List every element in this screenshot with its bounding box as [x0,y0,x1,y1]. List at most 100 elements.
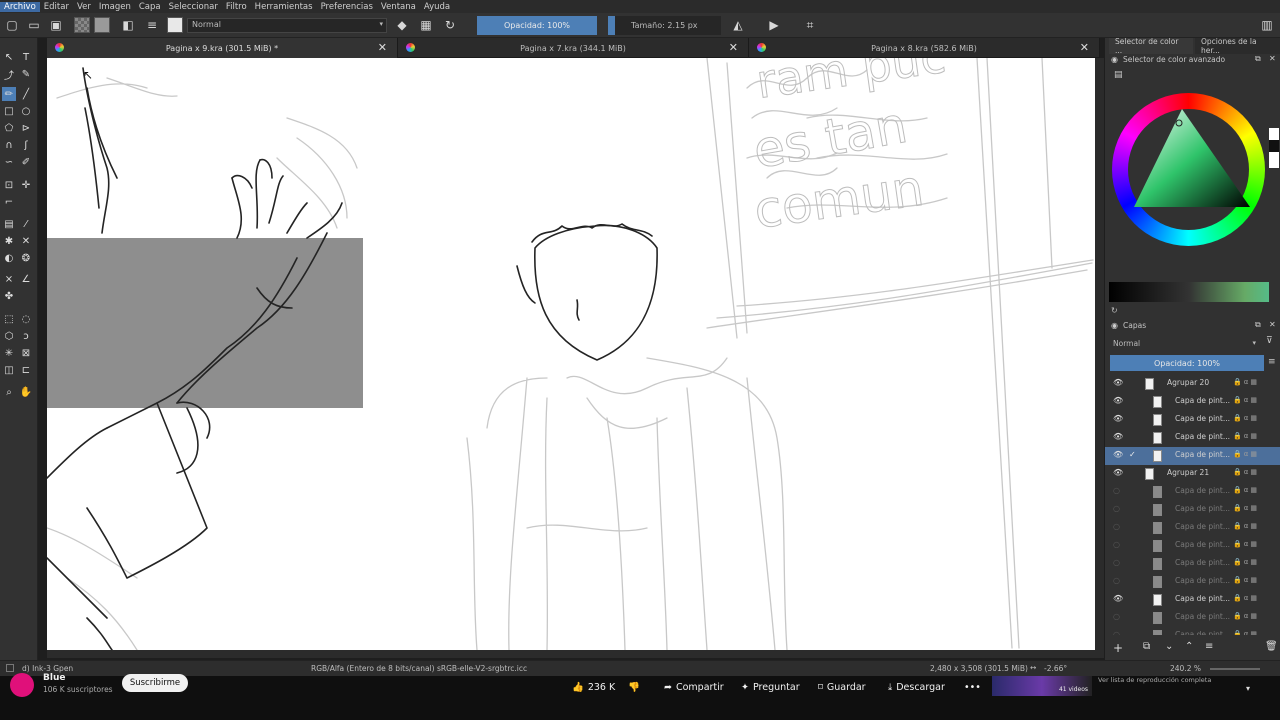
layer-lock-alpha-icons[interactable]: 🔒α▦ [1233,594,1259,602]
zoom-value[interactable]: 240.2 % [1170,664,1201,673]
layer-lock-alpha-icons[interactable]: 🔒α▦ [1233,558,1259,566]
polygon-select-icon[interactable]: ⬡ [2,329,16,343]
rect-select-icon[interactable]: ⬚ [2,312,16,326]
layer-lock-alpha-icons[interactable]: 🔒α▦ [1233,414,1259,422]
chevron-down-icon[interactable]: ▾ [1246,684,1250,693]
share-button[interactable]: ➦ Compartir [664,678,724,696]
layer-row[interactable]: 👁 Capa de pint... 🔒α▦ [1105,411,1280,429]
close-icon[interactable]: ✕ [729,41,738,54]
opacity-slider[interactable]: Opacidad: 100% [477,16,597,35]
polyline-tool-icon[interactable]: ⊳ [19,121,33,135]
tab-document-1[interactable]: Pagina x 9.kra (301.5 MiB) * ✕ [47,38,398,58]
float-panel-icon[interactable]: ⧉ [1255,320,1261,330]
crop-tool-icon[interactable]: ⌐ [2,195,16,209]
magnetic-select-icon[interactable]: ⊏ [19,363,33,377]
menu-item-ver[interactable]: Ver [73,2,95,12]
playlist-thumbnail[interactable]: 41 videos [992,676,1092,696]
mirror-vertical-icon[interactable]: ▶ [766,17,782,33]
like-button[interactable]: 👍 236 K [572,678,615,696]
avatar[interactable] [10,673,34,697]
reload-preset-icon[interactable]: ↻ [442,17,458,33]
layer-lock-alpha-icons[interactable]: 🔒α▦ [1233,540,1259,548]
add-layer-icon[interactable]: + [1113,641,1123,655]
layer-menu-icon[interactable]: ≡ [1268,357,1276,367]
save-icon[interactable]: ▣ [48,17,64,33]
float-panel-icon[interactable]: ⧉ [1255,54,1261,64]
menu-item-ayuda[interactable]: Ayuda [420,2,454,12]
brush-preset-icon[interactable] [167,17,183,33]
assistant-tool-icon[interactable]: ✕ [19,234,33,248]
alpha-lock-icon[interactable]: ▦ [418,17,434,33]
contiguous-select-icon[interactable]: ✳ [2,346,16,360]
freehand-brush-icon[interactable]: ✏ [2,87,16,101]
ask-button[interactable]: ✦ Preguntar [741,678,800,696]
close-icon[interactable]: ✕ [1269,54,1276,63]
layer-lock-alpha-icons[interactable]: 🔒α▦ [1233,468,1259,476]
layer-row[interactable]: 👁 Capa de pint... 🔒α▦ [1105,591,1280,609]
layer-properties-icon[interactable]: ≡ [1205,641,1213,652]
dislike-button[interactable]: 👎 [628,678,640,696]
tab-tool-options[interactable]: Opciones de la her... [1195,37,1280,55]
layer-row[interactable]: 👁 Capa de pint... 🔒α▦ [1105,393,1280,411]
lock-icon[interactable]: ◉ [1111,321,1118,330]
transform-icon[interactable]: ⊡ [2,178,16,192]
pan-tool-icon[interactable]: ✋ [19,385,33,399]
layer-row[interactable]: ○ Capa de pint... 🔒α▦ [1105,483,1280,501]
menu-item-preferencias[interactable]: Preferencias [317,2,377,12]
menu-item-ventana[interactable]: Ventana [377,2,420,12]
gradient-swatch[interactable] [74,17,90,33]
playlist-link[interactable]: Ver lista de reproducción completa [1098,676,1211,684]
move-up-icon[interactable]: ⌃ [1185,641,1193,652]
horizontal-scrollbar[interactable] [47,650,1104,658]
hue-ring[interactable] [1112,93,1265,246]
workspace-icon[interactable]: ▥ [1259,17,1275,33]
visibility-eye-icon[interactable]: ○ [1113,576,1120,585]
saturation-value-triangle[interactable] [1112,93,1265,246]
layer-row[interactable]: ○ Capa de pint... 🔒α▦ [1105,555,1280,573]
tab-color-selector[interactable]: Selector de color ... [1109,37,1193,55]
zoom-tool-icon[interactable]: ⌕ [2,385,16,399]
visibility-eye-icon[interactable]: ○ [1113,504,1120,513]
tab-document-2[interactable]: Pagina x 7.kra (344.1 MiB) ✕ [398,38,749,58]
similar-select-icon[interactable]: ⊠ [19,346,33,360]
fill-tool-icon[interactable]: ◐ [2,251,16,265]
visibility-eye-icon[interactable]: 👁 [1113,432,1123,441]
visibility-eye-icon[interactable]: 👁 [1113,594,1123,603]
refresh-icon[interactable]: ↻ [1111,306,1118,315]
mirror-horizontal-icon[interactable]: ◭ [730,17,746,33]
lock-icon[interactable]: ◉ [1111,55,1118,64]
layer-lock-alpha-icons[interactable]: 🔒α▦ [1233,504,1259,512]
layer-row[interactable]: ○ Capa de pint... 🔒α▦ [1105,573,1280,591]
layer-group-row[interactable]: 👁 Agrupar 20 🔒α▦ [1105,375,1280,393]
duplicate-layer-icon[interactable]: ⧉ [1143,641,1150,652]
select-shape-icon[interactable]: ↖ [2,50,16,64]
layer-lock-alpha-icons[interactable]: 🔒α▦ [1233,396,1259,404]
bezier-select-icon[interactable]: ◫ [2,363,16,377]
visibility-eye-icon[interactable]: ○ [1113,612,1120,621]
menu-item-editar[interactable]: Editar [40,2,73,12]
fg-bg-color-icon[interactable]: ◧ [120,17,136,33]
eraser-icon[interactable]: ◆ [394,17,410,33]
edit-shapes-icon[interactable]: ⤴ [2,67,16,82]
lasso-select-icon[interactable]: ↄ [19,329,33,343]
layer-lock-alpha-icons[interactable]: 🔒α▦ [1233,450,1259,458]
color-shade-bar-dark[interactable] [1109,282,1189,302]
channel-name[interactable]: Blue [43,673,65,683]
brush-settings-icon[interactable]: ≡ [144,17,160,33]
visibility-eye-icon[interactable]: 👁 [1113,378,1123,387]
visibility-eye-icon[interactable]: 👁 [1113,450,1123,459]
ellipse-tool-icon[interactable]: ○ [19,104,33,118]
layer-lock-alpha-icons[interactable]: 🔒α▦ [1233,612,1259,620]
new-document-icon[interactable]: ▢ [4,17,20,33]
layer-lock-alpha-icons[interactable]: 🔒α▦ [1233,378,1259,386]
visibility-eye-icon[interactable]: ○ [1113,522,1120,531]
menu-item-imagen[interactable]: Imagen [95,2,135,12]
drawing-canvas[interactable]: ram puc es tan comun ↖ [47,58,1095,650]
layer-row[interactable]: ○ Capa de pint... 🔒α▦ [1105,609,1280,627]
subscribe-button[interactable]: Suscribirme [122,674,188,692]
color-history-strip[interactable] [1269,128,1279,168]
layer-opacity-slider[interactable]: Opacidad: 100% [1110,355,1264,371]
zoom-slider[interactable] [1210,668,1260,670]
pattern-swatch[interactable] [94,17,110,33]
layer-lock-alpha-icons[interactable]: 🔒α▦ [1233,630,1259,635]
